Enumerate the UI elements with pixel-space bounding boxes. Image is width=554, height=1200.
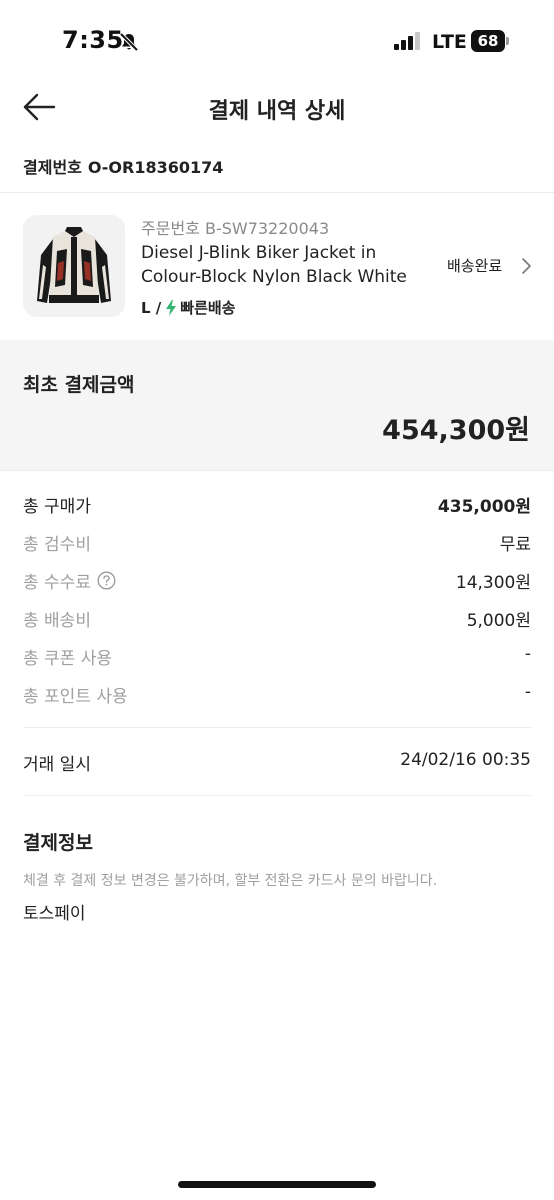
row-label: 총 쿠폰 사용 [23, 649, 113, 669]
divider [23, 795, 531, 796]
trade-datetime-label: 거래 일시 [23, 755, 91, 775]
payment-method: 토스페이 [23, 904, 86, 924]
delivery-status[interactable]: 배송완료 [447, 255, 502, 276]
status-bar: 7:35 LTE 68 [0, 0, 554, 82]
nav-bar: 결제 내역 상세 [0, 82, 554, 132]
total-label: 최초 결제금액 [23, 374, 135, 396]
payment-info-title: 결제정보 [23, 832, 93, 854]
total-summary: 최초 결제금액 454,300원 [0, 340, 554, 470]
signal-icon [394, 32, 420, 50]
page-title: 결제 내역 상세 [208, 99, 346, 124]
row-value: - [524, 644, 531, 664]
row-value: - [524, 682, 531, 702]
row-label: 총 수수료 [23, 573, 91, 593]
battery-icon: 68 [471, 30, 509, 52]
product-card[interactable]: 주문번호 B-SW73220043 Diesel J-Blink Biker J… [0, 193, 554, 339]
row-label: 총 구매가 [23, 497, 91, 517]
breakdown-row-shipping: 총 배송비 5,000원 [23, 606, 531, 631]
payment-info-note: 체결 후 결제 정보 변경은 불가하며, 할부 전환은 카드사 문의 바랍니다. [23, 873, 438, 889]
breakdown-row-fee: 총 수수료 14,300원 [23, 568, 531, 593]
lightning-bolt-icon [166, 299, 177, 316]
status-time: 7:35 [62, 26, 124, 54]
row-value: 5,000원 [466, 611, 531, 631]
divider [0, 470, 554, 471]
row-label: 총 검수비 [23, 535, 91, 555]
delivery-type: 빠른배송 [180, 299, 236, 317]
row-label-wrap: 총 수수료 [23, 568, 116, 593]
product-name-line2: Colour-Block Nylon Black White [141, 267, 407, 287]
trade-datetime-value: 24/02/16 00:35 [400, 750, 531, 770]
help-icon[interactable] [97, 571, 116, 590]
row-value: 무료 [499, 535, 531, 555]
product-image [23, 215, 125, 317]
product-size: L / [141, 298, 162, 317]
chevron-right-icon[interactable] [520, 257, 532, 275]
product-name-line1: Diesel J-Blink Biker Jacket in [141, 243, 377, 263]
bell-slash-icon [119, 32, 139, 52]
payment-number: 결제번호 O-OR18360174 [23, 154, 223, 178]
breakdown-row-inspection: 총 검수비 무료 [23, 530, 531, 555]
network-type: LTE [432, 31, 467, 53]
breakdown-row-coupon: 총 쿠폰 사용 - [23, 644, 531, 669]
home-indicator[interactable] [178, 1181, 376, 1188]
total-amount: 454,300원 [382, 415, 530, 446]
battery-level: 68 [471, 30, 505, 52]
divider [23, 727, 531, 728]
row-label: 총 배송비 [23, 611, 91, 631]
row-label: 총 포인트 사용 [23, 687, 128, 707]
breakdown-row-purchase: 총 구매가 435,000원 [23, 492, 531, 517]
payment-number-label: 결제번호 [23, 158, 82, 177]
order-number: 주문번호 B-SW73220043 [141, 219, 330, 238]
product-name: Diesel J-Blink Biker Jacket in Colour-Bl… [141, 241, 421, 289]
row-value: 14,300원 [455, 573, 531, 593]
product-option: L / 빠른배송 [141, 297, 235, 318]
payment-number-value: O-OR18360174 [87, 158, 224, 177]
trade-datetime-row: 거래 일시 24/02/16 00:35 [23, 750, 531, 775]
jacket-image [23, 215, 125, 317]
breakdown-row-points: 총 포인트 사용 - [23, 682, 531, 707]
row-value: 435,000원 [437, 497, 531, 517]
